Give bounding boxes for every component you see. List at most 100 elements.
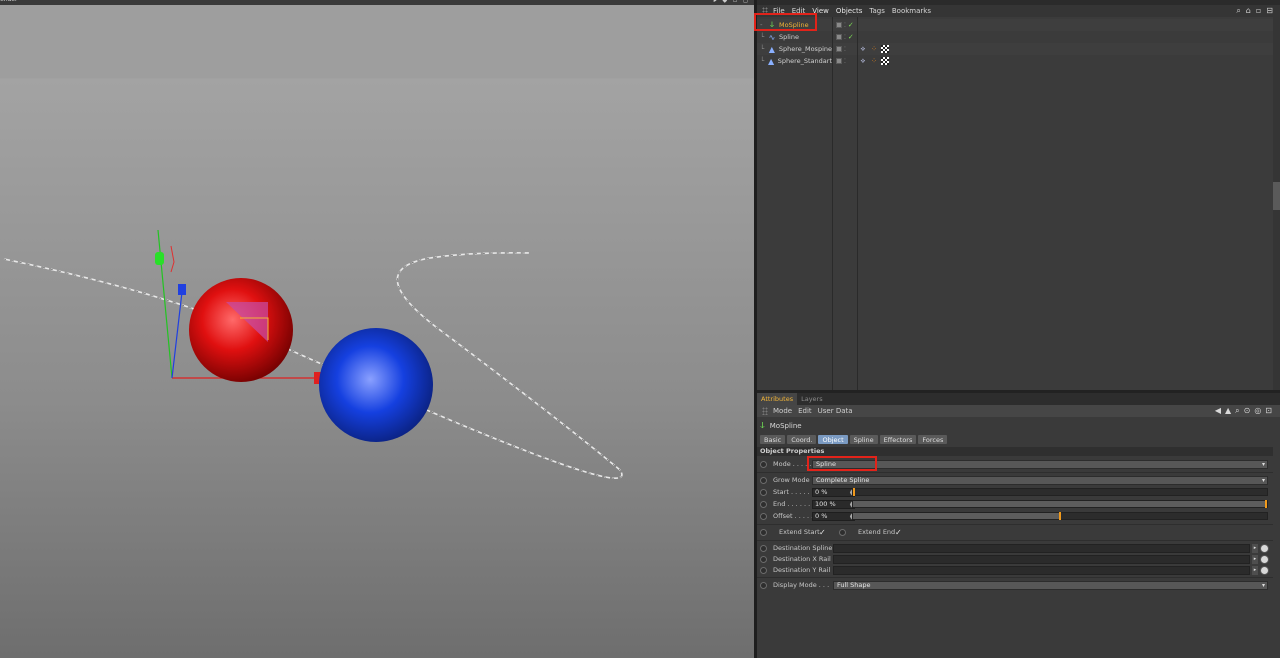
settings-icon[interactable]: ◎: [1254, 406, 1261, 416]
subtab-effectors[interactable]: Effectors: [879, 435, 917, 444]
subtab-spline[interactable]: Spline: [849, 435, 878, 444]
display-mode-dropdown[interactable]: Full Shape ▾: [833, 580, 1268, 590]
start-slider[interactable]: [852, 488, 1268, 496]
object-row-spline[interactable]: └ ∿ Spline ⁚ ✓: [757, 31, 1273, 43]
search-icon[interactable]: ⌕: [1236, 6, 1240, 16]
prop-mode: Mode . . . . . . . Spline ▾: [757, 458, 1273, 470]
scene-canvas[interactable]: [0, 0, 754, 658]
animate-radio[interactable]: [760, 476, 767, 484]
destination-x-rail-link[interactable]: [833, 554, 1250, 564]
animate-radio[interactable]: [760, 555, 767, 563]
mode-dropdown[interactable]: Spline ▾: [812, 459, 1268, 469]
visibility-dots-icon[interactable]: ⁚: [844, 46, 846, 52]
grow-mode-dropdown[interactable]: Complete Spline ▾: [812, 475, 1268, 485]
enabled-check-icon[interactable]: ✓: [848, 21, 854, 29]
chevron-down-icon: ▾: [1261, 476, 1265, 484]
visibility-dots-icon[interactable]: ⁚: [844, 58, 846, 64]
sphere-mospine[interactable]: [189, 278, 293, 382]
pick-link-icon[interactable]: [1260, 554, 1269, 564]
visibility-dots-icon[interactable]: ⁚: [844, 22, 846, 28]
tab-attributes[interactable]: Attributes: [757, 393, 798, 405]
new-panel-icon[interactable]: ⊡: [1265, 406, 1272, 416]
link-arrow-icon[interactable]: ▸: [1252, 554, 1258, 564]
menu-user-data[interactable]: User Data: [818, 407, 853, 415]
home-icon[interactable]: ⌂: [1246, 6, 1251, 16]
grip-icon[interactable]: [762, 7, 768, 15]
destination-y-rail-link[interactable]: [833, 565, 1250, 575]
material-tag-icon[interactable]: ⁘: [870, 45, 878, 53]
offset-input[interactable]: 0 % ▲▼: [812, 511, 855, 521]
extend-end-checkbox[interactable]: ✓: [895, 528, 902, 537]
offset-slider[interactable]: [852, 512, 1268, 520]
checker-tag-icon[interactable]: [881, 57, 889, 65]
slider-knob[interactable]: [1059, 512, 1061, 520]
grip-icon[interactable]: [762, 407, 768, 415]
object-row-sphere-mospine[interactable]: └ ▲ Sphere_Mospine ⁚ ⟡ ⁘: [757, 43, 1273, 55]
slider-knob[interactable]: [1265, 500, 1267, 508]
scrollbar-thumb[interactable]: [1273, 182, 1280, 210]
layer-flag[interactable]: [836, 58, 842, 64]
link-arrow-icon[interactable]: ▸: [1252, 543, 1258, 553]
subtab-coord[interactable]: Coord.: [787, 435, 817, 444]
layer-flag[interactable]: [836, 34, 842, 40]
animate-radio[interactable]: [760, 460, 767, 468]
menu-mode[interactable]: Mode: [773, 407, 792, 415]
end-slider[interactable]: [852, 500, 1268, 508]
subtab-forces[interactable]: Forces: [918, 435, 948, 444]
animate-radio[interactable]: [760, 544, 767, 552]
up-arrow-icon[interactable]: ▲: [1225, 406, 1231, 416]
object-flags[interactable]: ⁚ ✓: [836, 31, 854, 43]
menu-objects[interactable]: Objects: [836, 7, 862, 15]
layer-flag[interactable]: [836, 46, 842, 52]
fit-icon[interactable]: ▫: [1256, 6, 1261, 16]
object-row-mospline[interactable]: - ↆ MoSpline ⁚ ✓: [757, 19, 1273, 31]
animate-radio[interactable]: [760, 528, 767, 536]
search-icon[interactable]: ⌕: [1235, 406, 1239, 416]
3d-viewport[interactable]: ender ▸ ◆ ▫ ◻: [0, 0, 754, 658]
lock-icon[interactable]: ⊙: [1244, 406, 1251, 416]
menu-edit[interactable]: Edit: [792, 7, 806, 15]
subtab-object[interactable]: Object: [818, 435, 848, 444]
object-title: MoSpline: [769, 422, 802, 430]
menu-file[interactable]: File: [773, 7, 785, 15]
material-tag-icon[interactable]: ⁘: [870, 57, 878, 65]
menu-edit[interactable]: Edit: [798, 407, 812, 415]
phong-tag-icon[interactable]: ⟡: [859, 57, 867, 65]
animate-radio[interactable]: [760, 566, 767, 574]
pick-link-icon[interactable]: [1260, 565, 1269, 575]
subtab-basic[interactable]: Basic: [760, 435, 786, 444]
visibility-dots-icon[interactable]: ⁚: [844, 34, 846, 40]
maximize-icon[interactable]: ⊟: [1266, 6, 1273, 16]
spline-curve[interactable]: [3, 252, 623, 479]
animate-radio[interactable]: [839, 528, 846, 536]
back-arrow-icon[interactable]: ◀: [1215, 406, 1221, 416]
gizmo-z-axis[interactable]: [171, 291, 183, 379]
slider-knob[interactable]: [853, 488, 855, 496]
menu-bookmarks[interactable]: Bookmarks: [892, 7, 931, 15]
object-tags: ⟡ ⁘: [859, 43, 889, 55]
object-row-sphere-standart[interactable]: └ ▲ Sphere_Standart ⁚ ⟡ ⁘: [757, 55, 1273, 67]
gizmo-z-handle[interactable]: [178, 284, 186, 295]
enabled-check-icon[interactable]: ✓: [848, 33, 854, 41]
animate-radio[interactable]: [760, 512, 767, 520]
animate-radio[interactable]: [760, 488, 767, 496]
menu-view[interactable]: View: [812, 7, 829, 15]
checker-tag-icon[interactable]: [881, 45, 889, 53]
destination-spline-link[interactable]: [833, 543, 1250, 553]
menu-tags[interactable]: Tags: [869, 7, 885, 15]
object-flags[interactable]: ⁚: [836, 55, 846, 67]
animate-radio[interactable]: [760, 500, 767, 508]
extend-start-checkbox[interactable]: ✓: [819, 528, 826, 537]
end-input[interactable]: 100 % ▲▼: [812, 499, 855, 509]
object-flags[interactable]: ⁚: [836, 43, 846, 55]
sphere-standart[interactable]: [319, 328, 433, 442]
layer-flag[interactable]: [836, 22, 842, 28]
pick-link-icon[interactable]: [1260, 543, 1269, 553]
gizmo-y-handle[interactable]: [155, 252, 164, 265]
phong-tag-icon[interactable]: ⟡: [859, 45, 867, 53]
animate-radio[interactable]: [760, 581, 767, 589]
start-input[interactable]: 0 % ▲▼: [812, 487, 855, 497]
object-flags[interactable]: ⁚ ✓: [836, 19, 854, 31]
link-arrow-icon[interactable]: ▸: [1252, 565, 1258, 575]
tab-layers[interactable]: Layers: [797, 393, 827, 405]
